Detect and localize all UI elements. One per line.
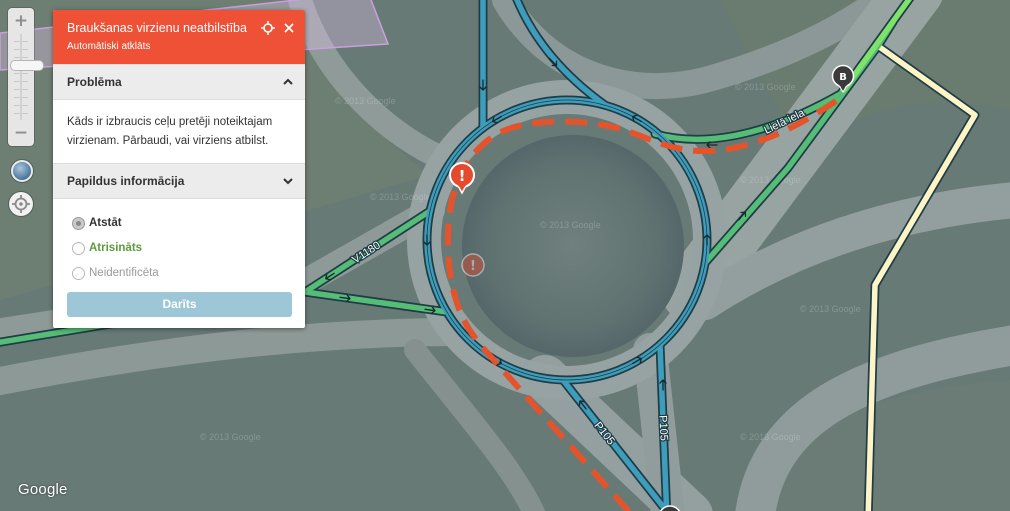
layers-globe-icon[interactable]	[11, 160, 33, 182]
problem-panel: Braukšanas virzienu neatbilstība Automāt…	[53, 10, 305, 328]
imagery-watermark: © 2013 Google	[370, 192, 431, 202]
chevron-down-icon	[283, 178, 293, 185]
resolution-options: Atstāt Atrisināts Neidentificēta Darīts	[53, 199, 305, 328]
google-logo: Google	[18, 481, 68, 498]
imagery-watermark: © 2013 Google	[735, 82, 796, 92]
section-header-problem[interactable]: Problēma	[53, 64, 305, 100]
radio-button[interactable]	[72, 242, 85, 255]
imagery-watermark: © 2013 Google	[200, 432, 261, 442]
radio-button[interactable]	[72, 267, 85, 280]
option-solved[interactable]: Atrisināts	[53, 236, 305, 261]
option-label: Atrisināts	[89, 242, 143, 254]
section-title: Papildus informācija	[67, 174, 185, 188]
locate-me-button[interactable]	[9, 192, 33, 216]
done-button[interactable]: Darīts	[67, 292, 292, 317]
zoom-control: + −	[8, 8, 44, 146]
option-not-identified[interactable]: Neidentificēta	[53, 261, 305, 286]
problem-subtitle: Automātiski atklāts	[67, 41, 151, 52]
route-end-marker-label: B	[839, 72, 847, 83]
section-header-more-info[interactable]: Papildus informācija	[53, 163, 305, 199]
crosshair-icon[interactable]	[261, 21, 275, 35]
imagery-watermark: © 2013 Google	[740, 432, 801, 442]
zoom-out-button[interactable]: −	[8, 121, 34, 145]
option-label: Atstāt	[89, 217, 122, 229]
imagery-watermark: © 2013 Google	[335, 96, 396, 106]
close-icon[interactable]	[282, 21, 296, 35]
zoom-in-button[interactable]: +	[8, 9, 34, 33]
zoom-slider-track[interactable]	[10, 34, 44, 120]
problem-marker-glyph: !	[459, 167, 466, 185]
problem-title: Braukšanas virzienu neatbilstība	[67, 21, 247, 35]
section-title: Problēma	[67, 75, 122, 89]
problem-panel-header: Braukšanas virzienu neatbilstība Automāt…	[53, 10, 305, 64]
option-label: Neidentificēta	[89, 267, 159, 279]
imagery-watermark: © 2013 Google	[800, 304, 861, 314]
road-label-p105-vertical: P105	[656, 415, 669, 441]
problem-marker-glyph: !	[470, 259, 476, 274]
chevron-up-icon	[283, 78, 293, 85]
crosshair-icon	[12, 195, 30, 213]
radio-button[interactable]	[72, 217, 85, 230]
zoom-slider-handle[interactable]	[10, 59, 44, 71]
imagery-watermark: © 2013 Google	[540, 220, 601, 230]
option-leave[interactable]: Atstāt	[53, 211, 305, 236]
problem-description: Kāds ir izbraucis ceļu pretēji noteiktaj…	[67, 116, 273, 147]
